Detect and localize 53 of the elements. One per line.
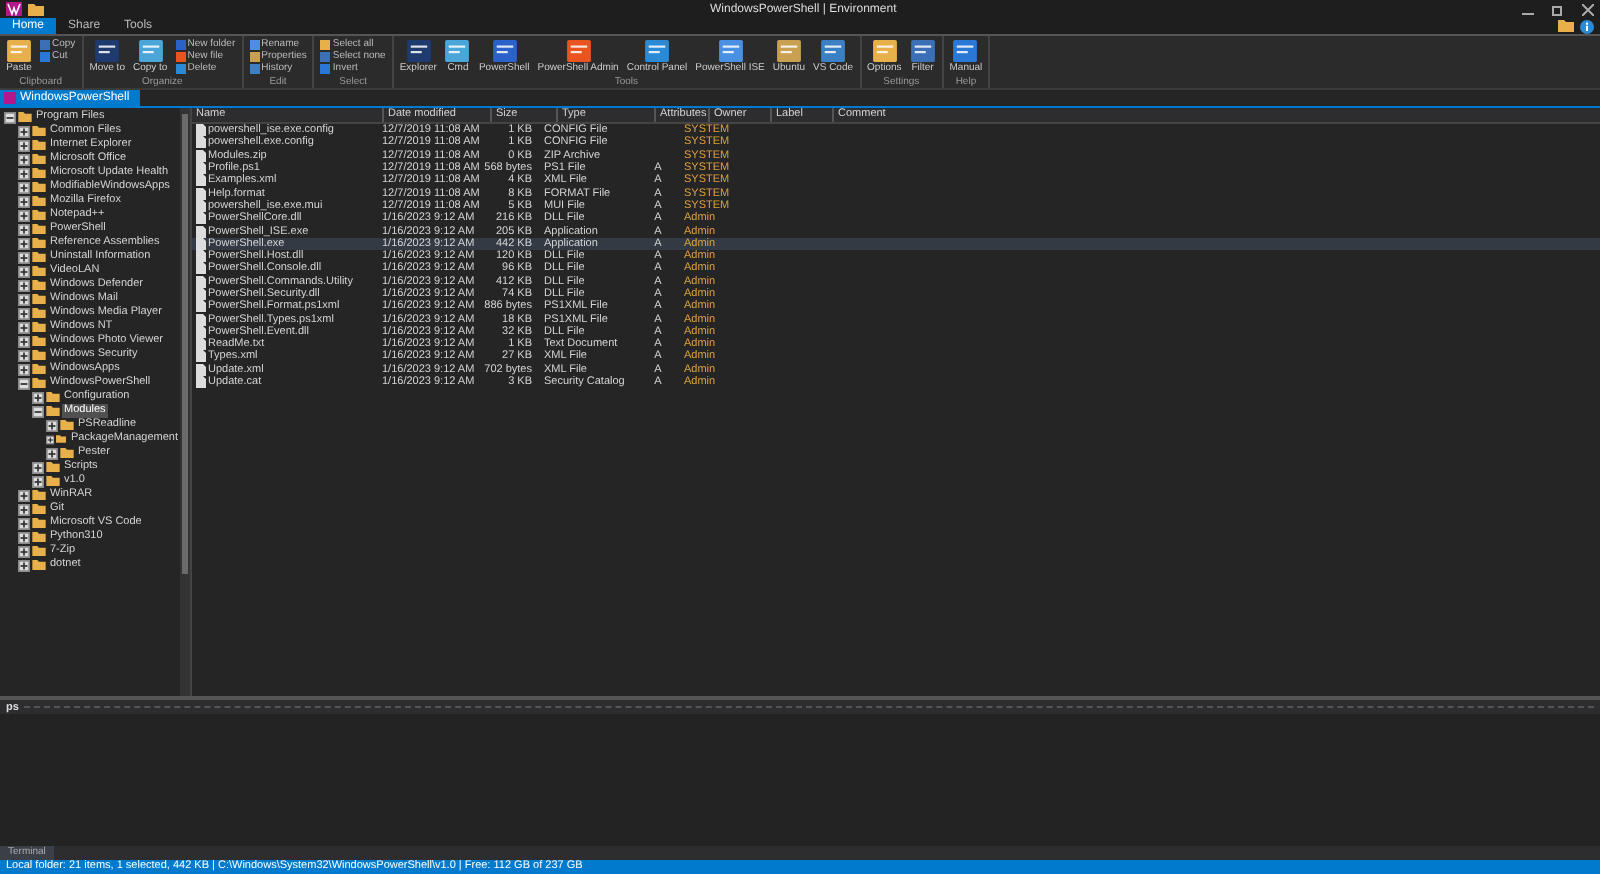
app-window-icon <box>405 40 432 62</box>
collapse-icon[interactable] <box>18 377 30 389</box>
app-window-icon <box>775 40 802 62</box>
expand-icon[interactable] <box>18 503 30 515</box>
scrollbar[interactable] <box>180 108 190 696</box>
app-window-icon <box>871 40 898 62</box>
app-logo-icon <box>6 2 22 16</box>
expand-icon[interactable] <box>18 349 30 361</box>
expand-icon[interactable] <box>18 209 30 221</box>
expand-icon[interactable] <box>18 335 30 347</box>
expand-icon[interactable] <box>18 167 30 179</box>
expand-icon[interactable] <box>32 391 44 403</box>
app-window-icon <box>909 40 936 62</box>
app-window-icon <box>491 40 518 62</box>
expand-icon[interactable] <box>18 559 30 571</box>
app-window-icon <box>94 40 121 62</box>
expand-icon[interactable] <box>18 251 30 263</box>
expand-icon[interactable] <box>18 279 30 291</box>
expand-icon[interactable] <box>18 195 30 207</box>
expand-icon[interactable] <box>18 223 30 235</box>
expand-icon[interactable] <box>18 293 30 305</box>
app-window-icon <box>820 40 847 62</box>
info-icon[interactable] <box>1580 19 1594 33</box>
expand-icon[interactable] <box>18 265 30 277</box>
app-window-icon <box>952 40 979 62</box>
app-window-icon <box>717 40 744 62</box>
expand-icon[interactable] <box>32 475 44 487</box>
expand-icon[interactable] <box>32 461 44 473</box>
expand-icon[interactable] <box>18 139 30 151</box>
expand-icon[interactable] <box>18 545 30 557</box>
expand-icon[interactable] <box>46 447 58 459</box>
app-window-icon <box>137 40 164 62</box>
expand-icon[interactable] <box>18 181 30 193</box>
expand-icon[interactable] <box>18 489 30 501</box>
expand-icon[interactable] <box>18 321 30 333</box>
app-window-icon <box>643 40 670 62</box>
restore-icon[interactable] <box>1552 3 1564 15</box>
expand-icon[interactable] <box>18 237 30 249</box>
app-window-icon <box>444 40 471 62</box>
collapse-icon[interactable] <box>32 405 44 417</box>
expand-icon[interactable] <box>18 531 30 543</box>
expand-icon[interactable] <box>46 433 55 445</box>
tab-logo-icon <box>4 92 16 104</box>
collapse-icon[interactable] <box>4 111 16 123</box>
expand-icon[interactable] <box>18 125 30 137</box>
expand-icon[interactable] <box>18 517 30 529</box>
expand-icon[interactable] <box>18 153 30 165</box>
app-window-icon <box>6 40 32 62</box>
expand-icon[interactable] <box>46 419 58 431</box>
expand-icon[interactable] <box>18 363 30 375</box>
expand-icon[interactable] <box>18 307 30 319</box>
close-icon[interactable] <box>1582 3 1594 15</box>
app-window-icon <box>565 40 592 62</box>
